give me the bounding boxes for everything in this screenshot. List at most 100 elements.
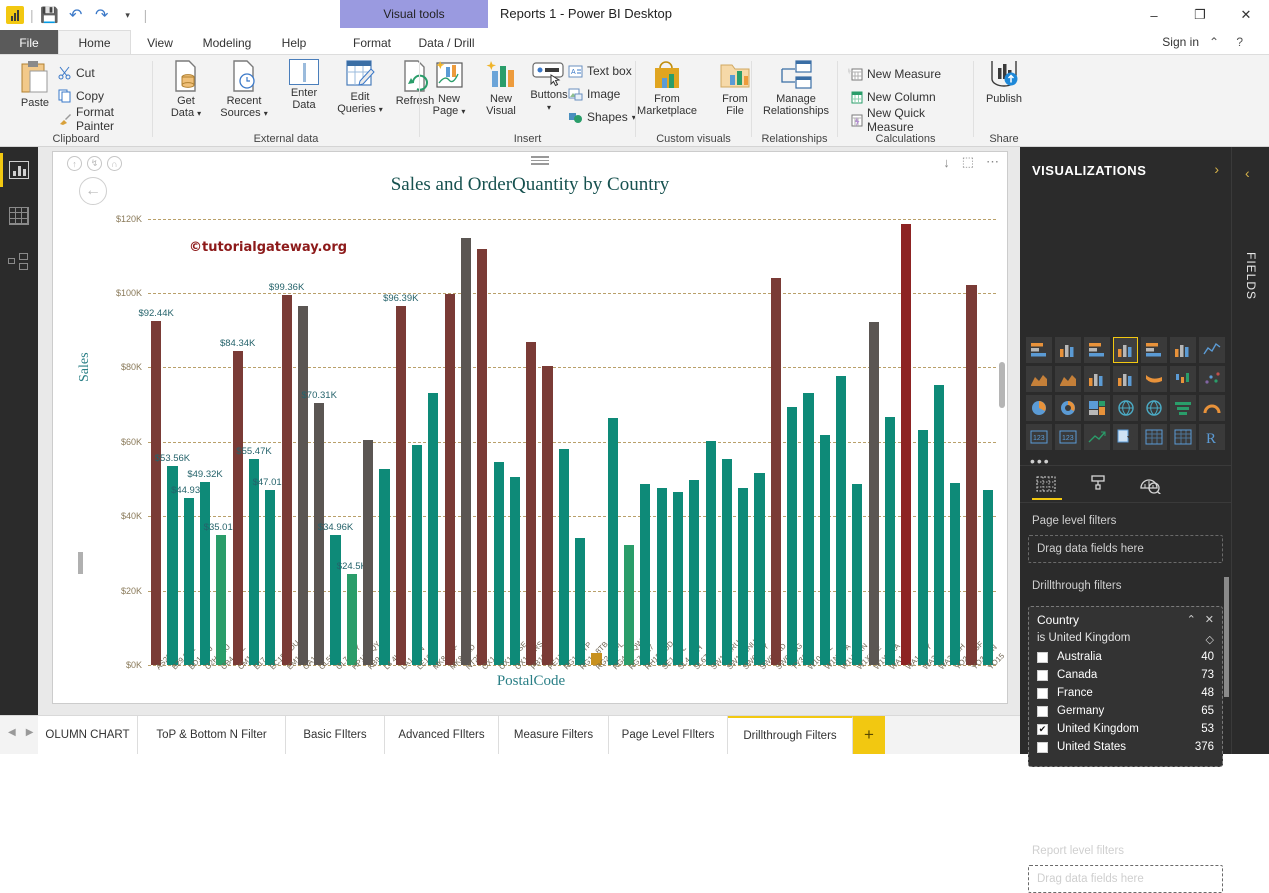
chart-bar[interactable] <box>248 458 260 665</box>
chart-bar[interactable] <box>183 497 194 665</box>
chart-bar[interactable] <box>901 224 912 665</box>
chart-bar[interactable] <box>297 306 308 665</box>
tab-modeling[interactable]: Modeling <box>189 30 265 55</box>
waterfall-chart-icon[interactable] <box>1170 366 1197 392</box>
prev-page-icon[interactable]: ◀ <box>8 727 16 738</box>
chart-bar[interactable] <box>460 238 472 665</box>
donut-chart-icon[interactable] <box>1054 395 1081 421</box>
sidebar-item-relationships-view[interactable] <box>0 239 38 285</box>
funnel-icon[interactable] <box>1170 395 1197 421</box>
chevron-right-icon[interactable]: › <box>1214 161 1219 177</box>
drill-down-icon[interactable]: ∩ <box>107 156 122 171</box>
page-level-filters-dropzone[interactable]: Drag data fields here <box>1028 535 1223 563</box>
chart-bar[interactable] <box>428 392 439 665</box>
chart-bar[interactable] <box>558 448 569 665</box>
ribbon-collapse-icon[interactable]: ⌃ <box>1209 35 1219 49</box>
filled-map-icon[interactable] <box>1141 395 1168 421</box>
more-options-icon[interactable]: ⋯ <box>986 154 999 170</box>
chart-bar[interactable] <box>770 277 781 665</box>
manage-relationships-button[interactable]: Manage Relationships <box>763 59 829 117</box>
chart-bar[interactable] <box>819 435 830 665</box>
line-chart-icon[interactable] <box>1199 337 1226 363</box>
report-level-filters-dropzone[interactable]: Drag data fields here <box>1028 865 1223 893</box>
new-column-button[interactable]: New Column <box>848 87 936 107</box>
maximize-button[interactable]: ❐ <box>1177 0 1223 30</box>
chart-bar[interactable] <box>721 459 732 665</box>
filter-list-item[interactable]: Canada 73 <box>1037 666 1214 684</box>
chart-bar[interactable] <box>672 492 684 665</box>
100-stacked-bar-chart-icon[interactable] <box>1141 337 1168 363</box>
tab-help[interactable]: Help <box>265 30 323 55</box>
slicer-icon[interactable] <box>1112 424 1139 450</box>
new-quick-measure-button[interactable]: New Quick Measure <box>848 106 973 134</box>
filter-list-item[interactable]: Australia 40 <box>1037 648 1214 666</box>
table-icon[interactable] <box>1141 424 1168 450</box>
new-measure-button[interactable]: New Measure <box>848 64 941 84</box>
chart-bar[interactable] <box>607 417 618 665</box>
shapes-button[interactable]: Shapes ▾ <box>568 107 636 127</box>
chart-bar[interactable] <box>982 490 993 665</box>
chart-bar[interactable] <box>868 321 879 665</box>
gauge-icon[interactable] <box>1199 395 1226 421</box>
visual-vertical-scrollbar[interactable] <box>999 362 1005 408</box>
clustered-bar-chart-icon[interactable] <box>1083 337 1110 363</box>
treemap-icon[interactable] <box>1083 395 1110 421</box>
add-page-button[interactable]: + <box>853 716 885 754</box>
chart-bar[interactable] <box>379 468 390 665</box>
page-tab[interactable]: Page Level FIlters <box>609 716 728 754</box>
page-tab[interactable]: Basic FIlters <box>286 716 385 754</box>
page-tab[interactable]: Advanced FIlters <box>385 716 499 754</box>
enter-data-button[interactable]: Enter Data <box>275 59 333 111</box>
chart-bar[interactable] <box>526 342 537 665</box>
chart-bar[interactable] <box>950 482 961 665</box>
chart-bar[interactable] <box>395 306 406 665</box>
image-button[interactable]: Image <box>568 84 620 104</box>
area-chart-icon[interactable] <box>1026 366 1052 392</box>
chart-bar[interactable] <box>412 445 423 665</box>
stacked-bar-chart-icon[interactable] <box>1026 337 1052 363</box>
chart-bar[interactable] <box>966 285 977 665</box>
chart-bar[interactable] <box>216 534 227 665</box>
chart-bar[interactable] <box>640 484 651 665</box>
chart-bar[interactable] <box>787 406 798 665</box>
100-stacked-column-chart-icon[interactable] <box>1170 337 1197 363</box>
tab-fields[interactable] <box>1020 465 1072 503</box>
chart-bar[interactable] <box>542 366 553 665</box>
download-icon[interactable]: ↓ <box>943 155 950 170</box>
tab-format[interactable]: Format <box>340 30 404 55</box>
filter-checkbox[interactable] <box>1037 669 1048 681</box>
chart-bar[interactable] <box>330 534 341 665</box>
filter-checkbox[interactable] <box>1037 741 1048 753</box>
filter-card-country[interactable]: Country ⌃ ✕ is United Kingdom ◇ Australi… <box>1028 606 1223 767</box>
chart-plot-area[interactable]: $0K $20K $40K $60K $80K $100K $120K $92.44K AS23… <box>116 200 1006 672</box>
tab-view[interactable]: View <box>131 30 189 55</box>
focus-mode-icon[interactable]: ⬚ <box>962 154 974 170</box>
chart-bar[interactable] <box>477 249 488 665</box>
page-tab[interactable]: Drillthrough Filters <box>728 716 853 754</box>
filter-checkbox[interactable] <box>1037 651 1048 663</box>
filter-list-item[interactable]: Germany 65 <box>1037 702 1214 720</box>
pie-chart-icon[interactable] <box>1026 395 1052 421</box>
filter-list-item[interactable]: France 48 <box>1037 684 1214 702</box>
visual-drag-handle[interactable] <box>531 156 549 165</box>
help-icon[interactable]: ? <box>1236 35 1243 49</box>
recent-sources-button[interactable]: Recent Sources ▾ <box>215 59 273 120</box>
matrix-icon[interactable] <box>1170 424 1197 450</box>
chart-bar[interactable] <box>852 484 863 665</box>
filter-checkbox[interactable] <box>1037 705 1048 717</box>
card-icon[interactable]: 123 <box>1026 424 1052 450</box>
stacked-area-chart-icon[interactable] <box>1054 366 1081 392</box>
clustered-column-chart-icon[interactable] <box>1112 337 1139 363</box>
sidebar-item-report-view[interactable] <box>0 147 38 193</box>
chart-bar[interactable] <box>884 416 896 665</box>
visualizations-pane-scrollbar[interactable] <box>1224 577 1229 697</box>
chart-bar[interactable] <box>281 295 292 665</box>
chart-bar[interactable] <box>493 461 504 665</box>
chart-bar[interactable] <box>754 472 765 665</box>
chart-bar[interactable] <box>803 393 814 665</box>
chart-bar[interactable] <box>836 376 847 665</box>
filter-list-item[interactable]: ✔ United Kingdom 53 <box>1037 720 1214 738</box>
close-button[interactable]: ✕ <box>1223 0 1269 30</box>
kpi-icon[interactable] <box>1083 424 1110 450</box>
new-page-button[interactable]: New Page ▾ <box>420 59 478 118</box>
